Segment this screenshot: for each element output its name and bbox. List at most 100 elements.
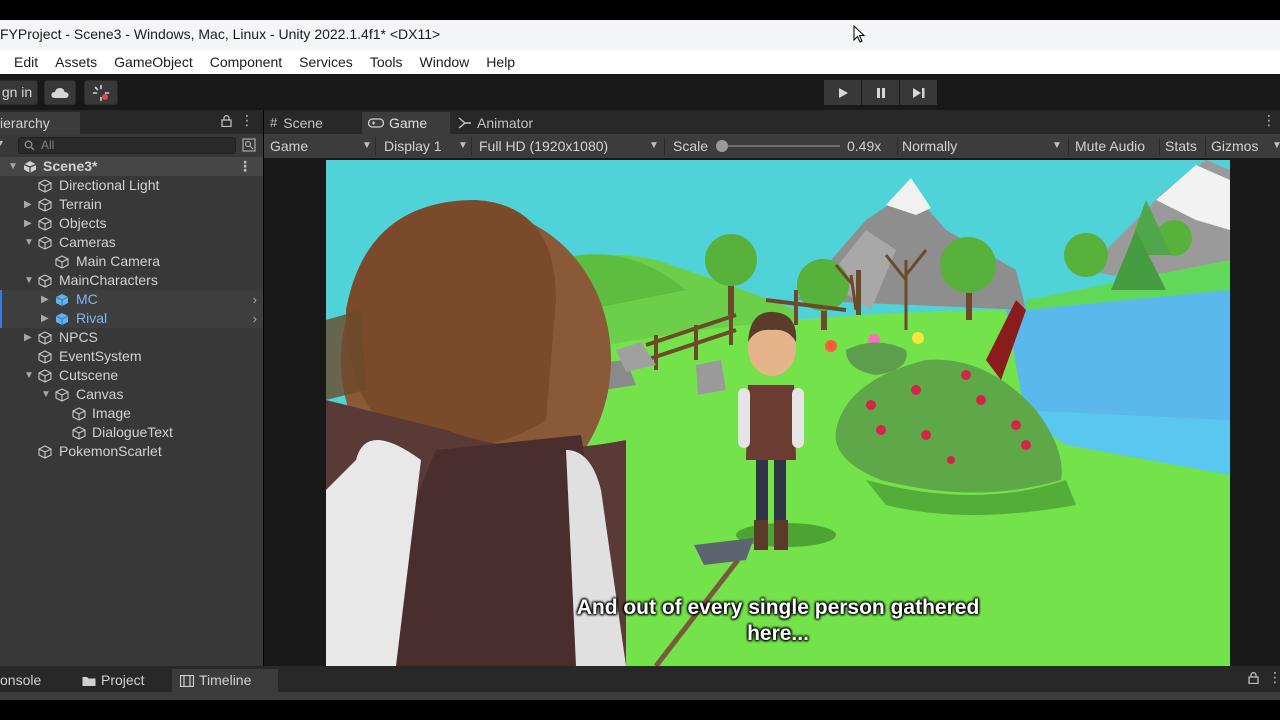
tree-item-cutscene[interactable]: ▼ Cutscene	[0, 366, 263, 385]
window-titlebar: FYProject - Scene3 - Windows, Mac, Linux…	[0, 20, 1280, 50]
scale-label: Scale	[673, 138, 709, 154]
tab-game[interactable]: Game	[362, 112, 450, 134]
divider	[1159, 137, 1160, 155]
tree-item-mc[interactable]: ▶ MC ›	[0, 290, 263, 309]
sign-in-button[interactable]: gn in	[0, 80, 38, 105]
menu-services[interactable]: Services	[299, 54, 353, 70]
expand-arrow-icon[interactable]: ▼	[24, 271, 34, 290]
mute-audio-button[interactable]: Mute Audio	[1075, 134, 1145, 158]
tree-item-rival[interactable]: ▶ Rival ›	[0, 309, 263, 328]
game-panel: # Scene Game Animator ⋮ Game ▼ Display 1…	[264, 110, 1280, 666]
pause-button[interactable]	[862, 80, 900, 105]
resolution-dropdown[interactable]: Full HD (1920x1080) ▼	[479, 134, 661, 158]
lock-icon[interactable]	[221, 115, 232, 127]
tree-item-label: Cutscene	[59, 367, 119, 383]
tree-item-eventsystem[interactable]: EventSystem	[0, 347, 263, 366]
tab-project[interactable]: Project	[76, 669, 166, 692]
divider	[471, 137, 472, 155]
chevron-right-icon[interactable]: ›	[253, 290, 257, 309]
collapsed-arrow-icon[interactable]: ▶	[24, 214, 32, 233]
search-filter-icon[interactable]	[242, 138, 256, 152]
play-button[interactable]	[824, 80, 862, 105]
play-icon	[838, 87, 848, 98]
grid-icon: #	[270, 115, 278, 130]
play-focus-dropdown[interactable]: Normally ▼	[902, 134, 1065, 158]
timeline-icon	[180, 674, 194, 687]
display-label: Display 1	[384, 138, 442, 154]
tree-item-cameras[interactable]: ▼ Cameras	[0, 233, 263, 252]
tree-item-label: NPCS	[59, 329, 98, 345]
tab-hierarchy[interactable]: ierarchy	[0, 112, 80, 134]
collab-button[interactable]	[84, 80, 118, 105]
game-viewport[interactable]: And out of every single person gathered …	[326, 160, 1230, 666]
tree-item-main-camera[interactable]: Main Camera	[0, 252, 263, 271]
expand-arrow-icon[interactable]: ▼	[24, 366, 34, 385]
scene-kebab-icon[interactable]: ⋮	[238, 157, 252, 176]
expand-arrow-icon[interactable]: ▼	[41, 385, 51, 404]
bottom-kebab-icon[interactable]: ⋮	[1268, 669, 1280, 686]
dropdown-arrow-icon: ▼	[649, 140, 659, 151]
hierarchy-search-row: ▾ All	[0, 134, 263, 156]
cloud-button[interactable]	[44, 80, 76, 105]
tree-item-dialoguetext[interactable]: DialogueText	[0, 423, 263, 442]
create-dropdown-icon[interactable]: ▾	[0, 138, 3, 149]
expand-arrow-icon[interactable]: ▼	[8, 157, 18, 176]
tab-timeline[interactable]: Timeline	[172, 669, 278, 692]
tree-item-label: EventSystem	[59, 348, 142, 364]
display-dropdown[interactable]: Display 1 ▼	[384, 134, 470, 158]
collapsed-arrow-icon[interactable]: ▶	[24, 328, 32, 347]
tab-scene[interactable]: # Scene	[270, 112, 360, 134]
chevron-right-icon[interactable]: ›	[253, 309, 257, 328]
collapsed-arrow-icon[interactable]: ▶	[41, 309, 49, 328]
menu-edit[interactable]: Edit	[14, 54, 38, 70]
tree-item-pokemonscarlet[interactable]: PokemonScarlet	[0, 442, 263, 461]
game-controlbar: Game ▼ Display 1 ▼ Full HD (1920x1080) ▼…	[264, 134, 1280, 158]
menu-gameobject[interactable]: GameObject	[114, 54, 193, 70]
divider	[664, 137, 665, 155]
gizmos-dropdown-icon[interactable]: ▼	[1272, 134, 1280, 158]
tree-item-objects[interactable]: ▶ Objects	[0, 214, 263, 233]
scene-row[interactable]: ▼ Scene3* ⋮	[0, 157, 263, 176]
tab-console[interactable]: onsole	[0, 669, 70, 692]
tree-item-label: Cameras	[59, 234, 116, 250]
tree-item-terrain[interactable]: ▶ Terrain	[0, 195, 263, 214]
tree-item-label: Directional Light	[59, 177, 160, 193]
stats-button[interactable]: Stats	[1165, 134, 1197, 158]
hierarchy-kebab-icon[interactable]: ⋮	[240, 112, 254, 129]
scale-slider-track[interactable]	[722, 145, 840, 147]
sign-in-label: gn in	[1, 84, 33, 100]
mouse-cursor-icon	[853, 25, 865, 43]
menu-component[interactable]: Component	[210, 54, 282, 70]
tree-item-canvas[interactable]: ▼ Canvas	[0, 385, 263, 404]
lock-icon[interactable]	[1248, 672, 1259, 684]
menu-window[interactable]: Window	[420, 54, 470, 70]
gameobject-icon	[38, 179, 52, 193]
divider	[375, 137, 376, 155]
scene-name: Scene3*	[43, 158, 98, 174]
tree-item-npcs[interactable]: ▶ NPCS	[0, 328, 263, 347]
play-controls	[824, 80, 938, 105]
menu-tools[interactable]: Tools	[370, 54, 403, 70]
collapsed-arrow-icon[interactable]: ▶	[24, 195, 32, 214]
game-kebab-icon[interactable]: ⋮	[1262, 112, 1276, 129]
view-mode-dropdown[interactable]: Game ▼	[270, 134, 374, 158]
gameobject-icon	[72, 426, 86, 440]
gizmos-button[interactable]: Gizmos	[1211, 134, 1258, 158]
menu-help[interactable]: Help	[486, 54, 515, 70]
collapsed-arrow-icon[interactable]: ▶	[41, 290, 49, 309]
subtitle-line-2: here...	[747, 622, 809, 645]
tree-item-image[interactable]: Image	[0, 404, 263, 423]
scale-slider-knob[interactable]	[716, 140, 728, 152]
pause-icon	[876, 87, 885, 98]
collab-icon	[92, 84, 110, 101]
folder-icon	[82, 676, 96, 686]
tab-timeline-label: Timeline	[199, 672, 252, 688]
step-button[interactable]	[900, 80, 938, 105]
menu-assets[interactable]: Assets	[55, 54, 97, 70]
tree-item-maincharacters[interactable]: ▼ MainCharacters	[0, 271, 263, 290]
expand-arrow-icon[interactable]: ▼	[24, 233, 34, 252]
gameobject-icon	[38, 350, 52, 364]
tree-item-directional-light[interactable]: Directional Light	[0, 176, 263, 195]
tab-animator[interactable]: Animator	[458, 112, 558, 134]
hierarchy-search-input[interactable]: All	[18, 137, 236, 154]
